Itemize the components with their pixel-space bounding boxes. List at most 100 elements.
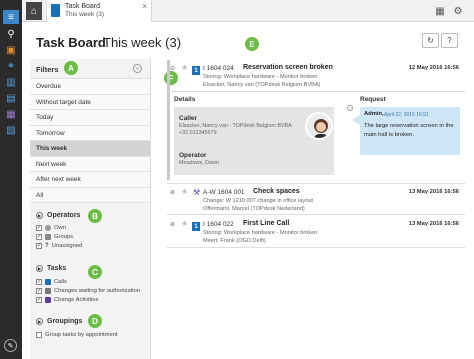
filter-next-week[interactable]: Next week bbox=[30, 156, 150, 172]
option-label: Calls bbox=[54, 279, 67, 285]
option-label: Changes waiting for authorization bbox=[54, 288, 141, 294]
task-category: Storing: Workplace hardware - Monitor br… bbox=[203, 74, 318, 80]
clipboard-icon[interactable]: ▥ bbox=[3, 75, 19, 89]
question-icon: ? bbox=[45, 243, 49, 249]
option-label: Change Activities bbox=[54, 297, 99, 303]
change-icon bbox=[45, 288, 51, 294]
caller-label: Caller bbox=[179, 115, 198, 122]
filter-overdue[interactable]: Overdue bbox=[30, 79, 150, 95]
speech-pointer bbox=[352, 115, 360, 125]
badge-d: D bbox=[88, 314, 102, 328]
orange-module-icon[interactable]: ▣ bbox=[3, 43, 19, 57]
priority-badge: 1 bbox=[192, 222, 200, 231]
document-icon[interactable]: ▤ bbox=[3, 91, 19, 105]
details-heading: Details bbox=[174, 96, 196, 103]
priority-badge: 1 bbox=[192, 66, 200, 75]
task-date: 12 May 2016 16:56 bbox=[408, 65, 459, 71]
request-bubble: Admin, April 22, 2016 16:51 The large re… bbox=[360, 107, 460, 155]
star-icon[interactable]: ★ bbox=[181, 63, 188, 72]
option-label: Groups bbox=[54, 234, 74, 240]
task-row[interactable]: ⊖ ★ 1 I 1604 024 Reservation screen brok… bbox=[167, 60, 465, 92]
tasks-calls-option[interactable]: ✓ Calls bbox=[36, 279, 67, 285]
task-row[interactable]: ⊕ ★ 1 I 1604 022 First Line Call 13 May … bbox=[167, 216, 465, 248]
tab-bar: ⌂ Task Board This week (3) × ▦ ⚙ bbox=[22, 0, 474, 22]
collapse-icon[interactable]: « bbox=[133, 64, 142, 73]
task-caller: Meert, Frank (OGD Delft) bbox=[203, 238, 266, 244]
tab-title: Task Board bbox=[65, 3, 101, 10]
purple-module-icon[interactable]: ▦ bbox=[3, 107, 19, 121]
tasks-title: Tasks bbox=[47, 265, 67, 272]
tasks-changes-waiting-option[interactable]: ✓ Changes waiting for authorization bbox=[36, 288, 140, 294]
operators-unassigned-option[interactable]: ✓ ? Unassigned bbox=[36, 243, 82, 249]
operators-own-option[interactable]: ✓ Own bbox=[36, 225, 66, 231]
person-photo bbox=[307, 114, 331, 138]
filter-without-target-date[interactable]: Without target date bbox=[30, 94, 150, 110]
hammer-icon: ⚒ bbox=[193, 188, 201, 197]
person-icon bbox=[45, 225, 51, 231]
task-date: 13 May 2016 16:56 bbox=[408, 221, 459, 227]
badge-a: A bbox=[64, 61, 78, 75]
checkbox[interactable]: ✓ bbox=[36, 243, 42, 249]
checkbox[interactable]: ✓ bbox=[36, 297, 42, 303]
groupings-group[interactable]: ▶ Groupings bbox=[36, 318, 82, 325]
network-icon[interactable]: ⚭ bbox=[3, 59, 19, 73]
tasks-group[interactable]: ▶ Tasks bbox=[36, 265, 66, 272]
expand-row-icon[interactable]: ⊕ bbox=[170, 221, 175, 228]
close-icon[interactable]: × bbox=[142, 2, 147, 11]
checkbox[interactable]: ✓ bbox=[36, 234, 42, 240]
filter-tomorrow[interactable]: Tomorrow bbox=[30, 125, 150, 141]
request-timestamp: April 22, 2016 16:51 bbox=[384, 111, 429, 118]
help-button[interactable]: ? bbox=[441, 33, 458, 48]
home-icon[interactable]: ⌂ bbox=[26, 2, 42, 20]
task-category: Change: W 1210 007 change in office layo… bbox=[203, 198, 313, 204]
page-title: Task Board bbox=[36, 35, 106, 50]
operators-group[interactable]: ▶ Operators bbox=[36, 212, 80, 219]
caller-phone: +32 012345679 bbox=[179, 130, 217, 136]
search-icon[interactable]: ⚲ bbox=[3, 27, 19, 41]
left-rail: ≡ ⚲ ▣ ⚭ ▥ ▤ ▦ ▧ ✎ bbox=[0, 0, 22, 359]
expand-row-icon[interactable]: ⊕ bbox=[170, 189, 175, 196]
task-row[interactable]: ⊕ ★ ⚒ A-W 1604 001 Check spaces 13 May 2… bbox=[167, 183, 465, 215]
compass-icon[interactable]: ✎ bbox=[4, 339, 17, 352]
expand-icon: ▶ bbox=[36, 318, 43, 325]
task-details: Details Request Caller Elsacker, Nancy v… bbox=[167, 93, 465, 181]
star-icon[interactable]: ★ bbox=[181, 187, 188, 196]
task-subject[interactable]: Check spaces bbox=[253, 188, 300, 195]
tab-subtitle: This week (3) bbox=[65, 11, 105, 18]
filter-this-week[interactable]: This week bbox=[30, 141, 150, 157]
list-module-icon[interactable]: ▧ bbox=[3, 123, 19, 137]
tab-task-board[interactable]: Task Board This week (3) × bbox=[46, 0, 152, 22]
checkbox[interactable]: ✓ bbox=[36, 288, 42, 294]
checkbox[interactable]: ✓ bbox=[36, 225, 42, 231]
task-number: I 1604 024 bbox=[203, 65, 234, 72]
group-by-appointment-option[interactable]: Group tasks by appointment bbox=[36, 332, 118, 338]
calendar-icon[interactable]: ▦ bbox=[434, 5, 446, 17]
change-activity-icon bbox=[45, 297, 51, 303]
checkbox[interactable] bbox=[36, 332, 42, 338]
option-label: Group tasks by appointment bbox=[45, 332, 118, 338]
refresh-button[interactable]: ↻ bbox=[422, 33, 439, 48]
tasks-change-activities-option[interactable]: ✓ Change Activities bbox=[36, 297, 98, 303]
menu-icon[interactable]: ≡ bbox=[3, 10, 19, 24]
filter-all[interactable]: All bbox=[30, 187, 150, 203]
operators-groups-option[interactable]: ✓ Groups bbox=[36, 234, 73, 240]
star-icon[interactable]: ★ bbox=[181, 219, 188, 228]
group-icon bbox=[45, 234, 51, 240]
collapse-row-icon[interactable]: ⊖ bbox=[170, 65, 175, 72]
task-number: I 1604 022 bbox=[203, 221, 234, 228]
task-subject[interactable]: First Line Call bbox=[243, 220, 289, 227]
task-subject[interactable]: Reservation screen broken bbox=[243, 64, 333, 71]
task-caller: Offermans, Marcel (TOPdesk Nederland) bbox=[203, 206, 305, 212]
groupings-title: Groupings bbox=[47, 318, 83, 325]
operator-label: Operator bbox=[179, 152, 207, 159]
checkbox[interactable]: ✓ bbox=[36, 279, 42, 285]
filter-after-next-week[interactable]: After next week bbox=[30, 172, 150, 188]
caller-card: Caller Elsacker, Nancy van - TOPdesk Bel… bbox=[174, 107, 334, 175]
user-settings-icon[interactable]: ⚙ bbox=[452, 5, 464, 17]
filter-today[interactable]: Today bbox=[30, 110, 150, 126]
request-heading: Request bbox=[360, 96, 386, 103]
task-caller: Elsacker, Nancy van (TOPdesk Belgium BVB… bbox=[203, 82, 321, 88]
option-label: Unassigned bbox=[51, 243, 83, 249]
expand-icon: ▶ bbox=[36, 265, 43, 272]
page-subtitle: This week (3) bbox=[103, 35, 182, 50]
